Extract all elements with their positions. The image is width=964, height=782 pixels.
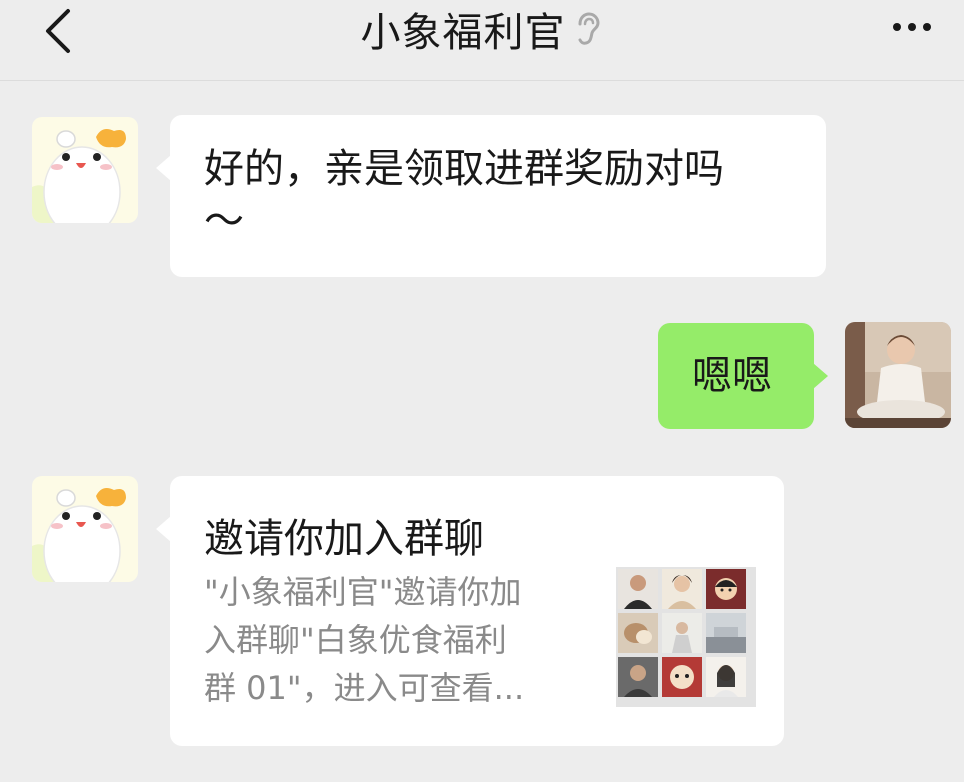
self-avatar[interactable] — [845, 322, 951, 428]
group-avatar-grid — [616, 567, 756, 707]
contact-avatar[interactable] — [32, 117, 138, 223]
message-bubble-self[interactable]: 嗯嗯 — [658, 323, 828, 429]
member-avatar — [618, 613, 658, 653]
more-dot-icon — [923, 23, 931, 31]
user-photo-icon — [845, 322, 951, 428]
member-avatar — [662, 569, 702, 609]
bubble-tail — [156, 516, 171, 542]
hamster-avatar-icon — [32, 117, 138, 223]
message-line: ～ — [204, 198, 244, 244]
invite-description-line: 入群聊"白象优食福利 — [204, 621, 507, 659]
bubble-tail — [813, 363, 828, 389]
invite-description-line: 群 01"，进入可查看... — [204, 669, 525, 707]
hamster-avatar-icon — [32, 476, 138, 582]
message-line: 好的，亲是领取进群奖励对吗 — [204, 146, 724, 192]
more-dot-icon — [893, 23, 901, 31]
title-area: 小象福利官 — [0, 0, 964, 58]
member-avatar — [706, 657, 746, 697]
member-avatar — [662, 613, 702, 653]
ear-icon — [574, 11, 604, 47]
more-button[interactable] — [884, 12, 940, 42]
invite-title: 邀请你加入群聊 — [204, 516, 484, 562]
member-avatar — [662, 657, 702, 697]
member-avatar — [618, 657, 658, 697]
contact-avatar[interactable] — [32, 476, 138, 582]
message-text: 嗯嗯 — [692, 353, 772, 399]
group-invite-card[interactable]: 邀请你加入群聊 "小象福利官"邀请你加 入群聊"白象优食福利 群 01"，进入可… — [156, 476, 784, 746]
invite-description: "小象福利官"邀请你加 入群聊"白象优食福利 群 01"，进入可查看... — [204, 568, 580, 712]
member-avatar — [618, 569, 658, 609]
top-nav-bar: 小象福利官 — [0, 0, 964, 81]
more-dot-icon — [908, 23, 916, 31]
member-avatar — [706, 569, 746, 609]
invite-description-line: "小象福利官"邀请你加 — [204, 573, 522, 611]
bubble-tail — [156, 155, 171, 181]
message-bubble-other[interactable]: 好的，亲是领取进群奖励对吗 ～ — [156, 115, 826, 277]
chat-title: 小象福利官 — [360, 10, 566, 56]
message-text: 好的，亲是领取进群奖励对吗 ～ — [204, 143, 724, 247]
member-avatar — [706, 613, 746, 653]
